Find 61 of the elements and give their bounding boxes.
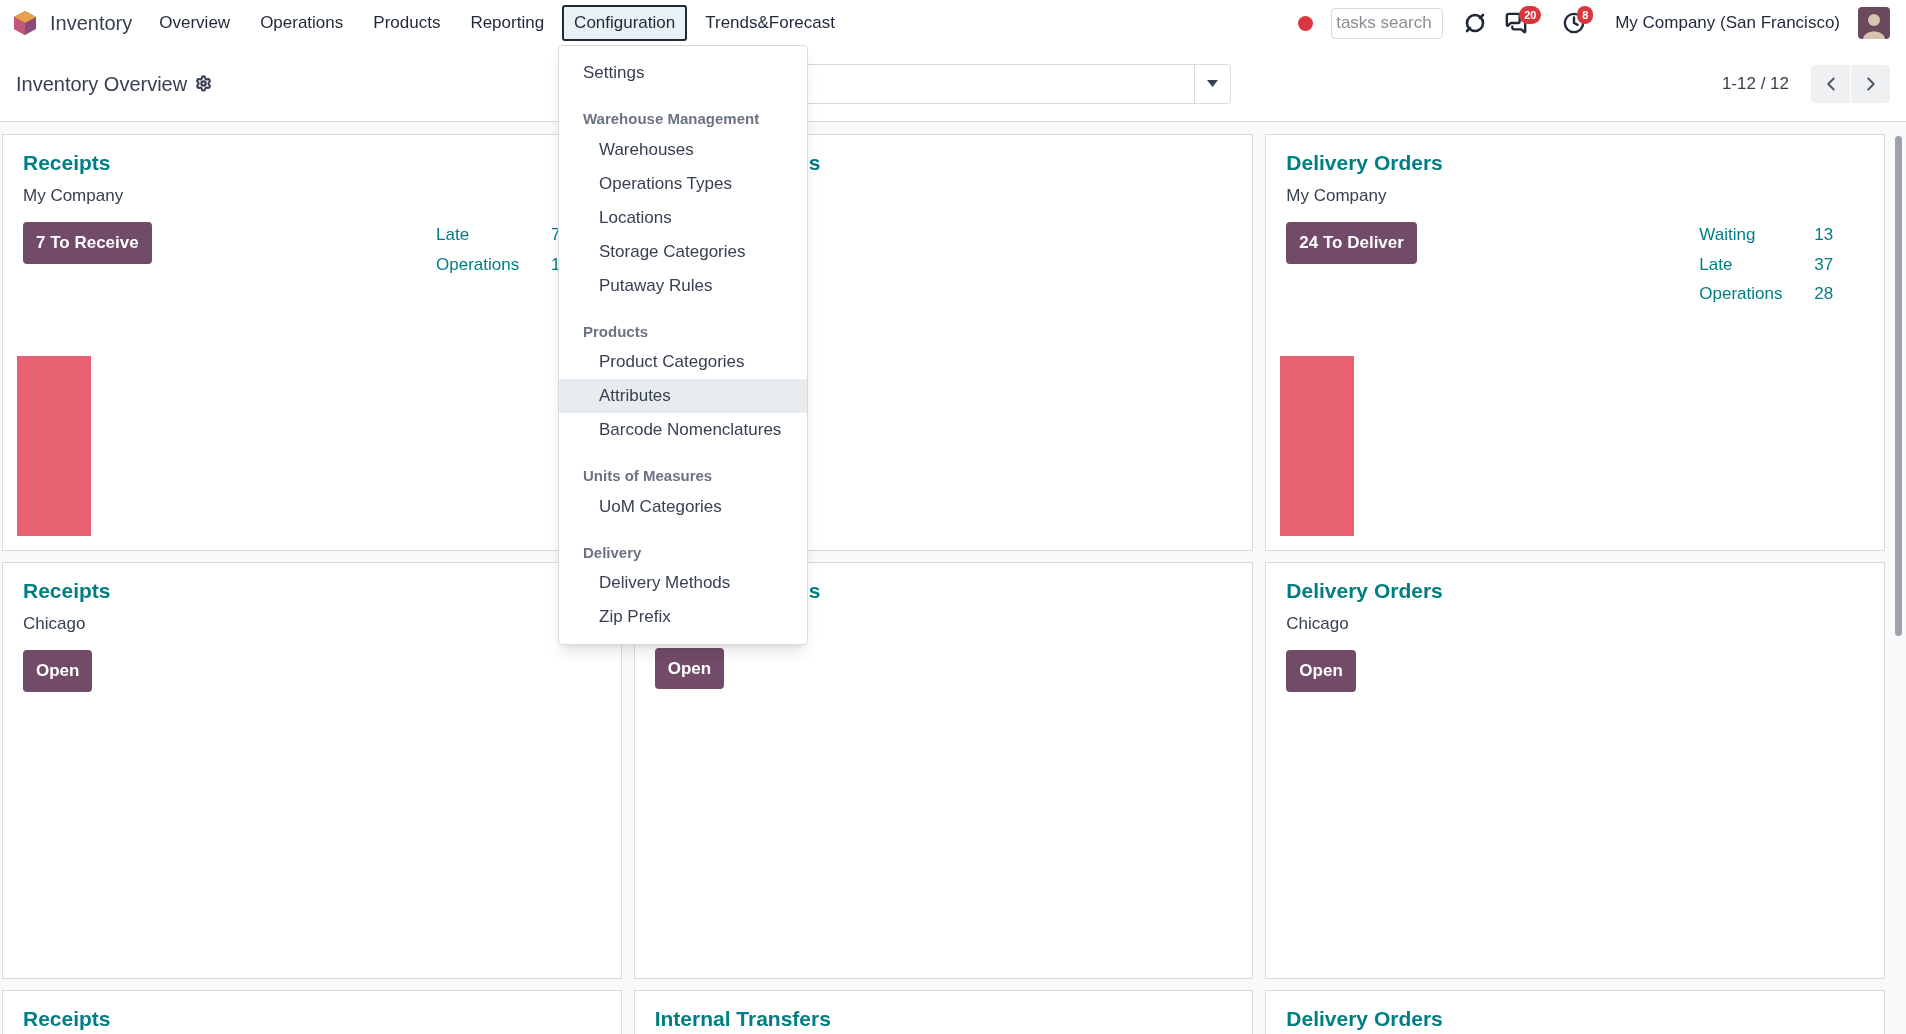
card-subtitle: My Company — [23, 184, 124, 207]
app-name[interactable]: Inventory — [50, 8, 133, 38]
dropdown-item[interactable]: Operations Types — [559, 166, 807, 201]
menu-tab[interactable]: Reporting — [458, 5, 557, 41]
menu-tab[interactable]: Configuration — [562, 5, 688, 41]
card-title[interactable]: Receipts — [23, 1003, 111, 1034]
card-action-button[interactable]: 7 To Receive — [23, 222, 152, 264]
card-title[interactable]: Receipts — [23, 147, 124, 179]
menu-tab[interactable]: Products — [361, 5, 453, 41]
dropdown-item[interactable]: Zip Prefix — [559, 600, 807, 634]
card-title[interactable]: Delivery Orders — [1286, 147, 1443, 179]
next-page-button[interactable] — [1851, 64, 1890, 103]
menu-tab[interactable]: Operations — [248, 5, 356, 41]
avatar-icon[interactable] — [1858, 7, 1890, 39]
stat-label[interactable]: Late — [1699, 251, 1815, 277]
stat-value[interactable]: 13 — [1814, 222, 1834, 248]
stat-value[interactable]: 28 — [1814, 281, 1834, 307]
card-action-button[interactable]: Open — [1286, 650, 1356, 692]
settings-icon[interactable] — [195, 75, 213, 92]
card-subtitle: Chicago — [1286, 612, 1350, 635]
clock-icon[interactable] — [1563, 12, 1586, 34]
caret-icon[interactable] — [1207, 80, 1219, 87]
dropdown-item[interactable]: Locations — [559, 200, 807, 235]
notification-badge: 8 — [1577, 6, 1594, 24]
tasks-search-field[interactable]: tasks search — [1331, 7, 1444, 39]
card-subtitle: Chicago — [23, 612, 87, 635]
dropdown-section-header: Products — [582, 321, 649, 342]
dropdown-section-header: Warehouse Management — [582, 109, 761, 129]
stat-label[interactable]: Waiting — [1699, 222, 1815, 248]
dropdown-item[interactable]: Warehouses — [559, 132, 807, 167]
dropdown-item[interactable]: Storage Categories — [559, 234, 807, 269]
stat-label[interactable]: Operations — [436, 251, 551, 277]
dropdown-item[interactable]: Settings — [559, 56, 807, 90]
stat-label[interactable]: Late — [436, 222, 551, 248]
card-subtitle: My Company — [1286, 184, 1388, 207]
dropdown-section-header: Units of Measures — [582, 466, 714, 486]
menu-tab[interactable]: Overview — [147, 5, 243, 41]
pager-value[interactable]: 1-12 / 12 — [1721, 70, 1789, 97]
dropdown-item[interactable]: Barcode Nomenclatures — [559, 413, 807, 447]
stat-value[interactable]: 37 — [1814, 251, 1834, 277]
menu-tab[interactable]: Trends&Forecast — [693, 5, 847, 41]
card-title[interactable]: Receipts — [23, 575, 111, 607]
card-title[interactable]: Delivery Orders — [1286, 575, 1443, 607]
card-action-button[interactable]: Open — [654, 647, 725, 689]
previous-page-button[interactable] — [1811, 64, 1850, 103]
scrollbar[interactable] — [1895, 136, 1902, 636]
card-title[interactable]: Delivery Orders — [1286, 1003, 1443, 1034]
dropdown-item[interactable]: Delivery Methods — [559, 566, 807, 600]
dropdown-item[interactable]: Product Categories — [559, 345, 807, 379]
page-title: Inventory Overview — [16, 71, 188, 97]
company-switcher[interactable]: My Company (San Francisco) — [1615, 10, 1840, 36]
app-logo-icon[interactable] — [12, 10, 38, 36]
dropdown-section-header: Delivery — [582, 542, 643, 563]
dropdown-item[interactable]: Putaway Rules — [559, 268, 807, 303]
card-action-button[interactable]: Open — [23, 650, 93, 692]
notification-badge: 20 — [1519, 6, 1542, 24]
dropdown-item[interactable]: UoM Categories — [559, 489, 807, 524]
dropdown-item[interactable]: Attributes — [559, 379, 807, 413]
card-title[interactable]: Internal Transfers — [654, 1003, 831, 1034]
stat-label[interactable]: Operations — [1699, 281, 1815, 307]
card-action-button[interactable]: 24 To Deliver — [1286, 222, 1417, 264]
